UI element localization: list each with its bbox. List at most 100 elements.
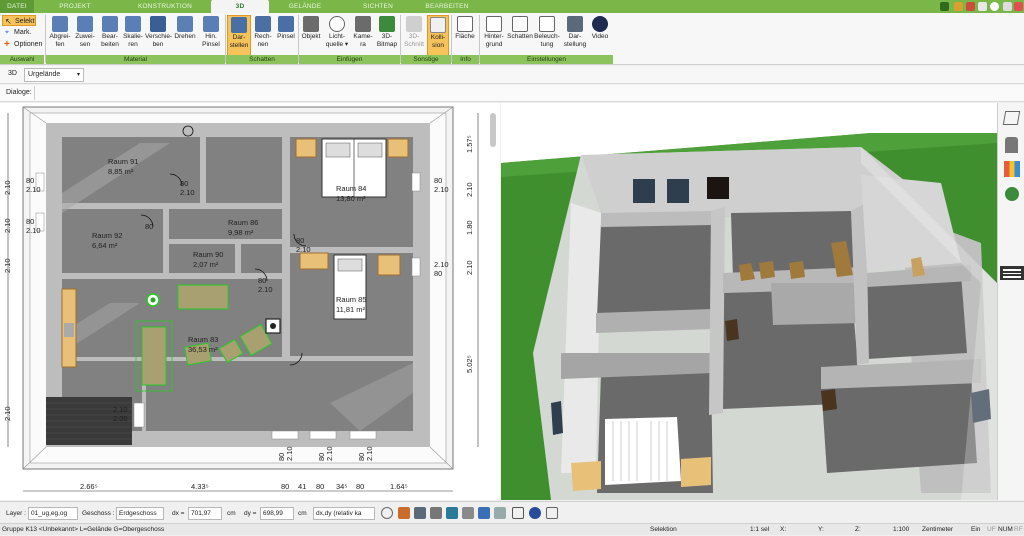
- print-icon[interactable]: [414, 507, 426, 519]
- pen-icon[interactable]: [940, 2, 949, 11]
- kamera-button[interactable]: Kame-ra: [352, 15, 374, 57]
- lichtquelle-button[interactable]: Licht-quelle ▾: [323, 15, 351, 57]
- bulb-icon: [329, 16, 345, 32]
- tab-sichten[interactable]: SICHTEN: [348, 0, 408, 13]
- minimize-icon[interactable]: [1003, 2, 1012, 11]
- room-92-area: 6,64 m²: [92, 241, 118, 250]
- schatten-darstellen-button[interactable]: Dar-stellen: [227, 15, 251, 57]
- room-86-floor[interactable]: [169, 209, 282, 239]
- chevron-down-icon: ▾: [76, 72, 80, 78]
- skalieren-button[interactable]: Skalie-ren: [121, 15, 145, 57]
- help-icon[interactable]: [990, 2, 999, 11]
- tab-projekt[interactable]: PROJEKT: [40, 0, 110, 13]
- window-icon[interactable]: [978, 2, 987, 11]
- svg-text:2.10: 2.10: [113, 405, 128, 414]
- floor-plan-view[interactable]: Raum 91 8,85 m² Raum 92 6,64 m² Raum 86 …: [0, 103, 500, 500]
- clock-icon[interactable]: [381, 507, 393, 519]
- dy-input[interactable]: 698,99: [260, 507, 294, 520]
- angle-icon[interactable]: [462, 507, 474, 519]
- schatten-rechnen-button[interactable]: Rech-nen: [251, 15, 275, 57]
- tree-icon[interactable]: [1005, 187, 1019, 201]
- rotate-icon: [177, 16, 193, 32]
- dining-bench[interactable]: [141, 326, 167, 386]
- save-icon[interactable]: [966, 2, 975, 11]
- dialog-toolbar: Dialoge:: [0, 85, 1024, 102]
- measure-icon[interactable]: [446, 507, 458, 519]
- svg-text:2.10: 2.10: [465, 182, 474, 197]
- svg-text:2.10: 2.10: [3, 218, 12, 233]
- status-x: X:: [780, 526, 787, 533]
- plus-icon: +: [4, 39, 10, 50]
- room-86-name: Raum 86: [228, 218, 258, 227]
- tree-bitmap-icon: [379, 16, 395, 32]
- svg-text:2.10: 2.10: [3, 180, 12, 195]
- 3d-view[interactable]: [501, 103, 997, 500]
- dimension-icon[interactable]: [430, 507, 442, 519]
- tab-datei[interactable]: DATEI: [0, 0, 34, 13]
- shadow-brush-icon: [278, 16, 294, 32]
- layer-select[interactable]: 01_ug,eg,og: [28, 507, 78, 520]
- north-icon[interactable]: [529, 507, 541, 519]
- layers-icon[interactable]: [1002, 111, 1021, 125]
- ortho-icon[interactable]: [546, 507, 558, 519]
- svg-text:2.10: 2.10: [258, 285, 273, 294]
- abgreifen-button[interactable]: Abgrei-fen: [48, 15, 72, 57]
- area-icon: [457, 16, 473, 32]
- tab-gelaende[interactable]: GELÄNDE: [275, 0, 335, 13]
- svg-text:2.10: 2.10: [365, 446, 374, 461]
- group-einfuegen: Einfügen: [299, 55, 400, 64]
- view-icon[interactable]: [494, 507, 506, 519]
- bearbeiten-button[interactable]: Bear-beiten: [98, 15, 122, 57]
- hin-pinsel-button[interactable]: Hin. Pinsel: [199, 15, 223, 57]
- svg-text:80: 80: [26, 217, 34, 226]
- darstellung-button[interactable]: Dar-stellung: [561, 15, 589, 57]
- tab-bearbeiten[interactable]: BEARBEITEN: [415, 0, 479, 13]
- play-icon: [592, 16, 608, 32]
- svg-text:34⁵: 34⁵: [336, 482, 347, 491]
- relative-select[interactable]: dx,dy (relativ ka: [313, 507, 375, 520]
- grid-icon[interactable]: [512, 507, 524, 519]
- 3d-bitmap-button[interactable]: 3D- Bitmap: [375, 15, 399, 57]
- svg-text:1.57⁵: 1.57⁵: [465, 135, 474, 153]
- room-85-area: 11,81 m²: [336, 305, 366, 314]
- svg-text:80: 80: [145, 222, 153, 231]
- palette-icon[interactable]: [1004, 161, 1020, 177]
- kollision-button[interactable]: Kolli-sion: [427, 15, 449, 57]
- flaeche-button[interactable]: Fläche: [453, 15, 477, 57]
- snap-icon[interactable]: [478, 507, 490, 519]
- zuweisen-button[interactable]: Zuwei-sen: [73, 15, 97, 57]
- hintergrund-button[interactable]: Hinter-grund: [481, 15, 507, 57]
- close-icon[interactable]: [1014, 2, 1023, 11]
- sofa[interactable]: [177, 284, 229, 310]
- schatten-einstellung-button[interactable]: Schatten: [507, 15, 533, 57]
- tab-3d[interactable]: 3D: [211, 0, 269, 13]
- svg-text:80: 80: [26, 176, 34, 185]
- svg-text:2.10: 2.10: [434, 260, 449, 269]
- terrain-select[interactable]: Urgelände ▾: [24, 68, 84, 82]
- status-group-info: Gruppe K13 <Unbekannt> L=Gelände G=Oberg…: [2, 526, 165, 533]
- svg-text:2.10: 2.10: [465, 260, 474, 275]
- dx-input[interactable]: 701,97: [188, 507, 222, 520]
- svg-text:2.10: 2.10: [26, 185, 41, 194]
- video-button[interactable]: Video: [589, 15, 611, 57]
- hamburger-icon[interactable]: [1000, 266, 1024, 280]
- eyedropper-icon: [52, 16, 68, 32]
- status-unit: Zentimeter: [922, 526, 954, 533]
- 3d-schnitt-button[interactable]: 3D- Schnitt: [402, 15, 426, 57]
- schatten-pinsel-button[interactable]: Pinsel: [275, 15, 297, 57]
- objekt-button[interactable]: Objekt: [300, 15, 322, 57]
- verschieben-button[interactable]: Verschie-ben: [145, 15, 172, 57]
- room-90-name: Raum 90: [193, 250, 223, 259]
- status-mode: Selektion: [650, 526, 677, 533]
- status-y: Y:: [818, 526, 824, 533]
- beleuchtung-button[interactable]: Beleuch-tung: [533, 15, 561, 57]
- chair-icon[interactable]: [1005, 137, 1018, 153]
- drehen-button[interactable]: Drehen: [172, 15, 198, 57]
- monitor-icon[interactable]: [398, 507, 410, 519]
- tab-konstruktion[interactable]: KONSTRUKTION: [125, 0, 205, 13]
- geschoss-select[interactable]: Erdgeschoss: [116, 507, 164, 520]
- scale-icon: [125, 16, 141, 32]
- plan-scrollbar[interactable]: [490, 113, 496, 147]
- layout-icon[interactable]: [954, 2, 963, 11]
- room-84-area: 13,80 m²: [336, 194, 366, 203]
